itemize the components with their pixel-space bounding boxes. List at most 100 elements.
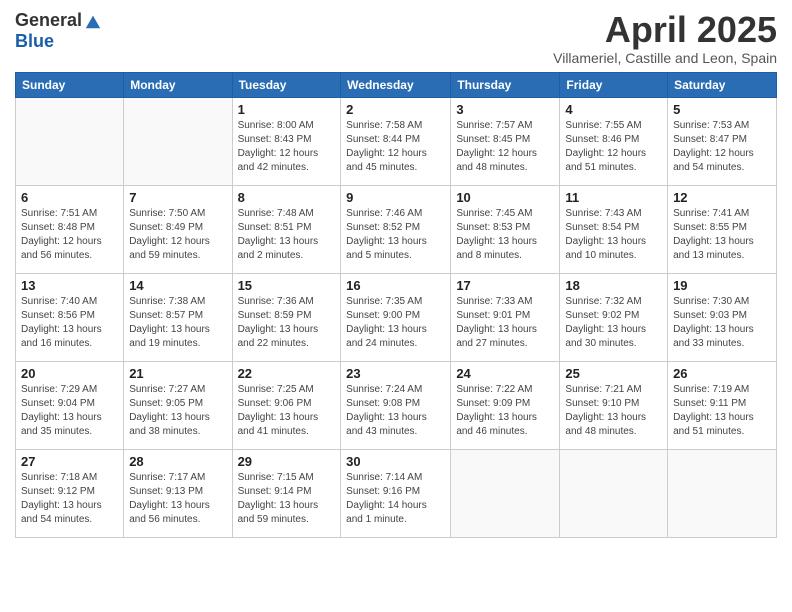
calendar-day-cell: 26 Sunrise: 7:19 AMSunset: 9:11 PMDayligh… [668,361,777,449]
calendar-day-cell: 29 Sunrise: 7:15 AMSunset: 9:14 PMDayligh… [232,449,341,537]
calendar-day-cell: 25Sunrise: 7:21 AMSunset: 9:10 PMDayligh… [560,361,668,449]
day-info: Sunrise: 7:14 AMSunset: 9:16 PMDaylight:… [346,471,445,527]
day-number: 15 [238,278,336,293]
day-number: 23 [346,366,445,381]
calendar-week-row: 20 Sunrise: 7:29 AMSunset: 9:04 PMDayligh… [16,361,777,449]
calendar-day-cell: 9 Sunrise: 7:46 AMSunset: 8:52 PMDaylight… [341,185,451,273]
calendar-day-cell [16,97,124,185]
day-number: 16 [346,278,445,293]
day-info: Sunrise: 7:24 AMSunset: 9:08 PMDaylight:… [346,383,445,439]
calendar-day-cell: 1Sunrise: 8:00 AMSunset: 8:43 PMDaylight… [232,97,341,185]
day-info: Sunrise: 7:57 AMSunset: 8:45 PMDaylight:… [456,119,554,175]
calendar-day-cell: 30 Sunrise: 7:14 AMSunset: 9:16 PMDayligh… [341,449,451,537]
calendar-day-cell [124,97,232,185]
calendar-day-cell: 8 Sunrise: 7:48 AMSunset: 8:51 PMDaylight… [232,185,341,273]
day-info: Sunrise: 7:15 AMSunset: 9:14 PMDaylight:… [238,471,336,527]
day-info: Sunrise: 7:46 AMSunset: 8:52 PMDaylight:… [346,207,445,263]
day-info: Sunrise: 7:25 AMSunset: 9:06 PMDaylight:… [238,383,336,439]
day-info: Sunrise: 7:43 AMSunset: 8:54 PMDaylight:… [565,207,662,263]
title-section: April 2025 Villameriel, Castille and Leo… [553,10,777,66]
calendar-day-cell: 28Sunrise: 7:17 AMSunset: 9:13 PMDayligh… [124,449,232,537]
day-info: Sunrise: 7:58 AMSunset: 8:44 PMDaylight:… [346,119,445,175]
page-header: General Blue April 2025 Villameriel, Cas… [15,10,777,66]
logo-blue-text: Blue [15,31,54,52]
day-number: 24 [456,366,554,381]
calendar-day-cell: 15 Sunrise: 7:36 AMSunset: 8:59 PMDayligh… [232,273,341,361]
day-number: 18 [565,278,662,293]
day-info: Sunrise: 7:51 AMSunset: 8:48 PMDaylight:… [21,207,118,263]
calendar-week-row: 27Sunrise: 7:18 AMSunset: 9:12 PMDayligh… [16,449,777,537]
day-of-week-header: Sunday [16,72,124,97]
day-info: Sunrise: 7:19 AMSunset: 9:11 PMDaylight:… [673,383,771,439]
day-number: 30 [346,454,445,469]
calendar-day-cell: 22 Sunrise: 7:25 AMSunset: 9:06 PMDayligh… [232,361,341,449]
day-info: Sunrise: 7:35 AMSunset: 9:00 PMDaylight:… [346,295,445,351]
calendar-header-row: SundayMondayTuesdayWednesdayThursdayFrid… [16,72,777,97]
day-of-week-header: Friday [560,72,668,97]
day-of-week-header: Monday [124,72,232,97]
day-number: 17 [456,278,554,293]
day-info: Sunrise: 7:38 AMSunset: 8:57 PMDaylight:… [129,295,226,351]
day-info: Sunrise: 7:48 AMSunset: 8:51 PMDaylight:… [238,207,336,263]
calendar-day-cell: 20 Sunrise: 7:29 AMSunset: 9:04 PMDayligh… [16,361,124,449]
day-info: Sunrise: 7:22 AMSunset: 9:09 PMDaylight:… [456,383,554,439]
calendar-day-cell: 4 Sunrise: 7:55 AMSunset: 8:46 PMDaylight… [560,97,668,185]
calendar-day-cell: 14 Sunrise: 7:38 AMSunset: 8:57 PMDayligh… [124,273,232,361]
day-info: Sunrise: 7:53 AMSunset: 8:47 PMDaylight:… [673,119,771,175]
day-of-week-header: Tuesday [232,72,341,97]
day-number: 25 [565,366,662,381]
day-info: Sunrise: 7:32 AMSunset: 9:02 PMDaylight:… [565,295,662,351]
day-info: Sunrise: 8:00 AMSunset: 8:43 PMDaylight:… [238,119,336,175]
day-number: 9 [346,190,445,205]
day-number: 22 [238,366,336,381]
day-of-week-header: Thursday [451,72,560,97]
day-info: Sunrise: 7:50 AMSunset: 8:49 PMDaylight:… [129,207,226,263]
calendar-day-cell: 23 Sunrise: 7:24 AMSunset: 9:08 PMDayligh… [341,361,451,449]
calendar-week-row: 1Sunrise: 8:00 AMSunset: 8:43 PMDaylight… [16,97,777,185]
calendar-day-cell: 7Sunrise: 7:50 AMSunset: 8:49 PMDaylight… [124,185,232,273]
calendar-day-cell: 18 Sunrise: 7:32 AMSunset: 9:02 PMDayligh… [560,273,668,361]
day-number: 28 [129,454,226,469]
calendar-day-cell: 24 Sunrise: 7:22 AMSunset: 9:09 PMDayligh… [451,361,560,449]
logo-icon [84,12,102,30]
day-info: Sunrise: 7:36 AMSunset: 8:59 PMDaylight:… [238,295,336,351]
day-number: 11 [565,190,662,205]
day-number: 26 [673,366,771,381]
day-number: 13 [21,278,118,293]
calendar-day-cell: 19Sunrise: 7:30 AMSunset: 9:03 PMDayligh… [668,273,777,361]
calendar-day-cell: 27Sunrise: 7:18 AMSunset: 9:12 PMDayligh… [16,449,124,537]
calendar-day-cell: 11 Sunrise: 7:43 AMSunset: 8:54 PMDayligh… [560,185,668,273]
day-info: Sunrise: 7:29 AMSunset: 9:04 PMDaylight:… [21,383,118,439]
day-info: Sunrise: 7:55 AMSunset: 8:46 PMDaylight:… [565,119,662,175]
calendar-day-cell: 12 Sunrise: 7:41 AMSunset: 8:55 PMDayligh… [668,185,777,273]
calendar-table: SundayMondayTuesdayWednesdayThursdayFrid… [15,72,777,538]
logo-general-text: General [15,10,82,31]
calendar-day-cell [668,449,777,537]
calendar-day-cell: 6Sunrise: 7:51 AMSunset: 8:48 PMDaylight… [16,185,124,273]
day-number: 27 [21,454,118,469]
calendar-day-cell [560,449,668,537]
day-number: 8 [238,190,336,205]
day-number: 12 [673,190,771,205]
day-info: Sunrise: 7:41 AMSunset: 8:55 PMDaylight:… [673,207,771,263]
day-number: 21 [129,366,226,381]
day-number: 29 [238,454,336,469]
day-number: 4 [565,102,662,117]
day-number: 14 [129,278,226,293]
day-number: 3 [456,102,554,117]
day-info: Sunrise: 7:27 AMSunset: 9:05 PMDaylight:… [129,383,226,439]
day-info: Sunrise: 7:40 AMSunset: 8:56 PMDaylight:… [21,295,118,351]
day-info: Sunrise: 7:33 AMSunset: 9:01 PMDaylight:… [456,295,554,351]
calendar-week-row: 13 Sunrise: 7:40 AMSunset: 8:56 PMDayligh… [16,273,777,361]
calendar-day-cell: 3 Sunrise: 7:57 AMSunset: 8:45 PMDaylight… [451,97,560,185]
day-number: 20 [21,366,118,381]
calendar-day-cell: 5 Sunrise: 7:53 AMSunset: 8:47 PMDaylight… [668,97,777,185]
month-title: April 2025 [553,10,777,50]
location-text: Villameriel, Castille and Leon, Spain [553,50,777,66]
calendar-day-cell: 13 Sunrise: 7:40 AMSunset: 8:56 PMDayligh… [16,273,124,361]
calendar-week-row: 6Sunrise: 7:51 AMSunset: 8:48 PMDaylight… [16,185,777,273]
day-number: 5 [673,102,771,117]
calendar-day-cell: 17 Sunrise: 7:33 AMSunset: 9:01 PMDayligh… [451,273,560,361]
day-number: 10 [456,190,554,205]
day-of-week-header: Saturday [668,72,777,97]
